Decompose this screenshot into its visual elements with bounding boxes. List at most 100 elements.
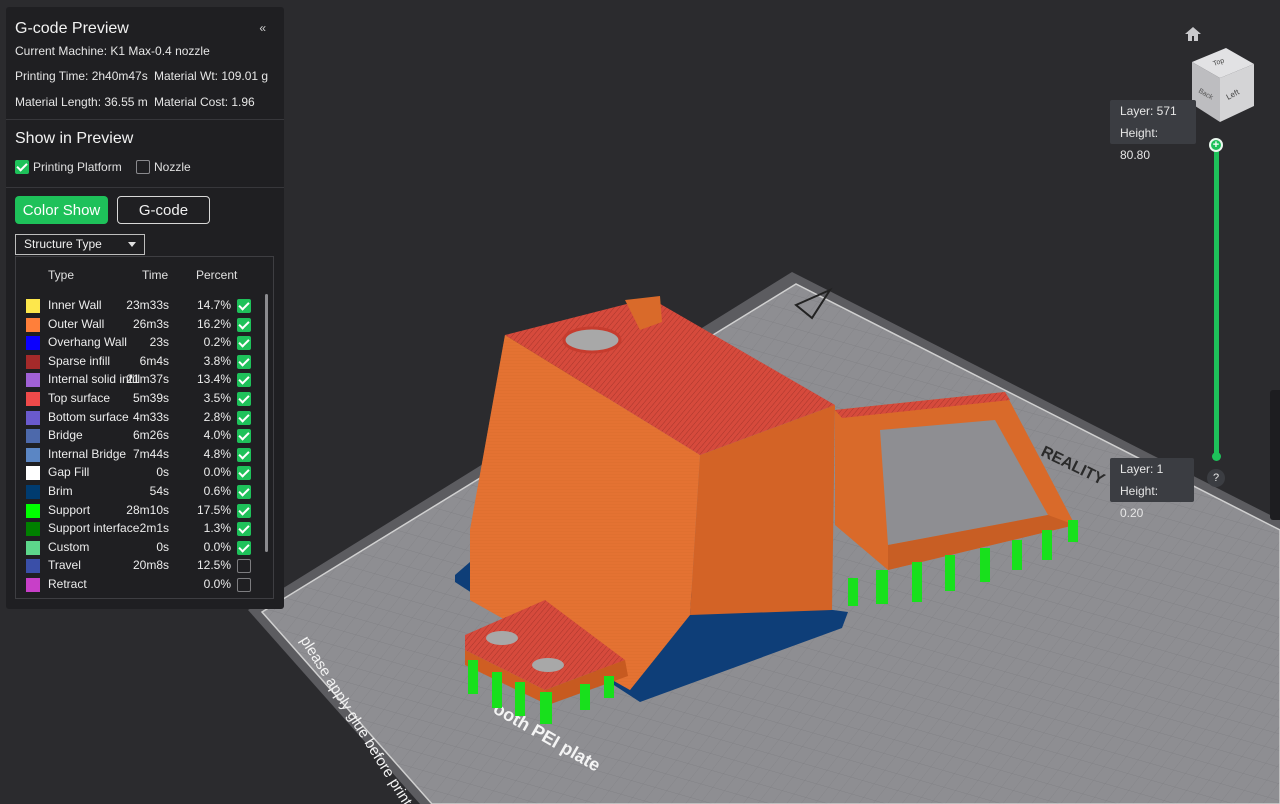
legend-visibility-checkbox[interactable]: [237, 336, 251, 351]
legend-row: Gap Fill 0s 0.0%: [16, 464, 273, 482]
legend-time: 6m4s: [139, 353, 169, 368]
right-toolbar-edge[interactable]: [1270, 390, 1280, 520]
legend-row: Sparse infill 6m4s 3.8%: [16, 353, 273, 371]
legend-time: 5m39s: [132, 391, 169, 405]
legend-row: Outer Wall 26m3s 16.2%: [16, 316, 273, 334]
legend-time: 54s: [149, 484, 169, 498]
legend-percent: 13.4%: [196, 372, 231, 387]
legend-visibility-checkbox[interactable]: [237, 540, 251, 555]
help-icon[interactable]: ?: [1207, 469, 1225, 487]
top-layer-handle[interactable]: +: [1209, 138, 1223, 152]
legend-row: Retract 0.0%: [16, 576, 273, 594]
legend-row: Bridge 6m26s 4.0%: [16, 427, 273, 445]
material-length: Material Length: 36.55 m: [15, 95, 148, 109]
color-swatch: [26, 317, 40, 332]
legend-visibility-checkbox[interactable]: [237, 373, 251, 388]
color-show-button[interactable]: Color Show: [15, 196, 108, 224]
legend-percent: 2.8%: [203, 409, 231, 424]
color-swatch: [26, 392, 40, 406]
legend-type: Retract: [48, 577, 87, 591]
legend-visibility-checkbox[interactable]: [237, 466, 251, 481]
layer-slider-track[interactable]: [1214, 144, 1219, 456]
legend-percent: 4.8%: [203, 446, 231, 461]
top-layer-label: Layer: 571: [1120, 104, 1177, 118]
legend-visibility-checkbox[interactable]: [237, 559, 251, 574]
legend-type: Custom: [48, 539, 90, 554]
divider: [6, 187, 284, 188]
legend-percent: 16.2%: [196, 316, 231, 331]
legend-percent: 14.7%: [196, 298, 231, 312]
legend-visibility-checkbox[interactable]: [237, 410, 251, 425]
legend-row: Brim 54s 0.6%: [16, 483, 273, 501]
color-swatch: [26, 299, 40, 313]
legend-time: 23m33s: [126, 298, 169, 312]
structure-type-select[interactable]: Structure Type: [15, 234, 145, 255]
legend-visibility-checkbox[interactable]: [237, 392, 251, 406]
legend-type: Inner Wall: [48, 298, 102, 312]
legend-visibility-checkbox[interactable]: [237, 317, 251, 332]
legend-visibility-checkbox[interactable]: [237, 485, 251, 499]
legend-row: Internal Bridge 7m44s 4.8%: [16, 446, 273, 464]
color-swatch: [26, 578, 40, 592]
color-swatch: [26, 429, 40, 444]
bottom-layer-handle[interactable]: [1212, 452, 1221, 461]
legend-percent: 3.5%: [203, 391, 231, 405]
legend-scrollbar[interactable]: [265, 294, 268, 552]
legend-row: Support interface 2m1s 1.3%: [16, 520, 273, 538]
panel-title: G-code Preview: [15, 20, 129, 37]
legend-time: 2m1s: [139, 521, 169, 536]
legend-row: Top surface 5m39s 3.5%: [16, 390, 273, 408]
legend-percent: 3.8%: [203, 353, 231, 368]
legend-percent: 0.0%: [203, 539, 231, 554]
color-swatch: [26, 559, 40, 574]
legend-type: Sparse infill: [48, 353, 111, 368]
header-type: Type: [48, 268, 75, 282]
legend-percent: 0.6%: [203, 484, 231, 498]
legend-time: 21m37s: [126, 372, 169, 387]
legend-time: 23s: [149, 335, 169, 350]
legend-row: Support 28m10s 17.5%: [16, 502, 273, 520]
legend-percent: 12.5%: [196, 558, 231, 573]
legend-row: Overhang Wall 23s 0.2%: [16, 334, 273, 352]
legend-row: Travel 20m8s 12.5%: [16, 557, 273, 575]
color-swatch: [26, 336, 40, 351]
legend-visibility-checkbox[interactable]: [237, 447, 251, 462]
legend-visibility-checkbox[interactable]: [237, 429, 251, 444]
structure-legend: Type Time Percent Inner Wall 23m33s 14.7% O…: [15, 256, 274, 599]
legend-visibility-checkbox[interactable]: [237, 299, 251, 313]
divider: [6, 119, 284, 120]
nozzle-label: Nozzle: [154, 160, 191, 174]
view-cube[interactable]: Top Back Left: [1186, 44, 1258, 129]
legend-row: Custom 0s 0.0%: [16, 539, 273, 557]
color-swatch: [26, 503, 40, 518]
legend-type: Bottom surface: [48, 409, 129, 424]
legend-type: Overhang Wall: [48, 335, 127, 350]
printing-platform-checkbox[interactable]: [15, 160, 29, 174]
collapse-panel-icon[interactable]: «: [259, 21, 266, 35]
color-swatch: [26, 466, 40, 481]
legend-percent: 0.2%: [203, 335, 231, 350]
legend-visibility-checkbox[interactable]: [237, 578, 251, 592]
color-swatch: [26, 373, 40, 388]
color-swatch: [26, 540, 40, 555]
structure-type-value: Structure Type: [24, 237, 102, 251]
legend-type: Outer Wall: [48, 316, 105, 331]
gcode-button[interactable]: G-code: [117, 196, 210, 224]
material-weight: Material Wt: 109.01 g: [154, 69, 269, 83]
legend-row: Internal solid infill 21m37s 13.4%: [16, 371, 273, 389]
legend-type: Internal Bridge: [48, 446, 127, 461]
bottom-layer-tooltip: Layer: 1 Height: 0.20: [1110, 458, 1194, 520]
legend-visibility-checkbox[interactable]: [237, 354, 251, 369]
legend-percent: 1.3%: [203, 521, 231, 536]
nozzle-checkbox[interactable]: [136, 160, 150, 174]
printing-time: Printing Time: 2h40m47s: [15, 69, 148, 83]
legend-time: 7m44s: [132, 446, 169, 461]
legend-percent: 0.0%: [203, 465, 231, 480]
legend-row: Inner Wall 23m33s 14.7%: [16, 297, 273, 315]
legend-time: 0s: [156, 465, 169, 480]
legend-type: Travel: [48, 558, 81, 573]
legend-visibility-checkbox[interactable]: [237, 522, 251, 537]
legend-visibility-checkbox[interactable]: [237, 503, 251, 518]
legend-time: 4m33s: [132, 409, 169, 424]
printing-platform-label: Printing Platform: [33, 160, 122, 174]
